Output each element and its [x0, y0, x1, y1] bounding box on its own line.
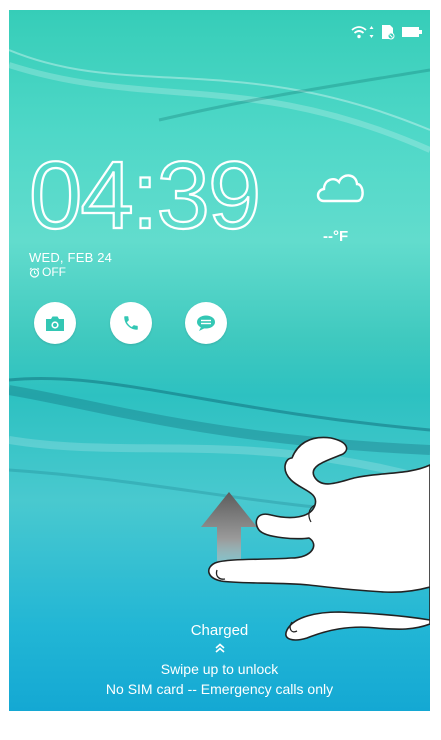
lock-screen[interactable]: 04:39 --°F WED, FEB 24 OFF Charged Swipe…: [9, 10, 430, 711]
double-chevron-up-icon: [214, 643, 225, 653]
sim-status: No SIM card -- Emergency calls only: [105, 681, 334, 697]
device-frame: 04:39 --°F WED, FEB 24 OFF Charged Swipe…: [0, 0, 441, 740]
unlock-hint: Swipe up to unlock: [160, 661, 279, 677]
charging-status: Charged: [190, 622, 249, 639]
hand-icon: [208, 436, 430, 641]
swipe-gesture-illustration: [201, 436, 430, 641]
chevron-up-icon: [9, 642, 430, 657]
up-arrow-icon: [201, 492, 257, 570]
